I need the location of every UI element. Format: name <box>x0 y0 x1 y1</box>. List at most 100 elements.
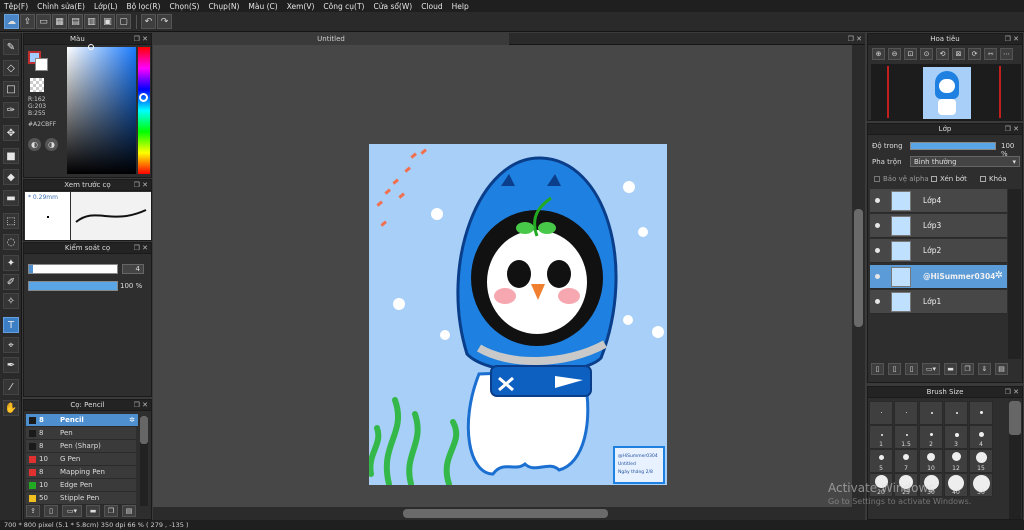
menu-file[interactable]: Tệp(F) <box>4 2 28 11</box>
sv-picker-handle[interactable] <box>88 44 94 50</box>
wand-tool-icon[interactable]: ⁄ <box>3 379 19 395</box>
fill-tool-icon[interactable]: ◆ <box>3 169 19 185</box>
eraser-tool-icon[interactable]: ◇ <box>3 60 19 76</box>
delete-icon[interactable]: ▤ <box>122 505 136 517</box>
canvas-vertical-scrollbar[interactable] <box>852 45 865 520</box>
menu-select[interactable]: Chọn(S) <box>169 2 199 11</box>
layer-opacity-slider[interactable] <box>910 142 996 150</box>
menu-filter[interactable]: Bộ lọc(R) <box>127 2 161 11</box>
panel-close-icon[interactable]: ❐ ✕ <box>134 34 148 45</box>
panel-icon[interactable]: ▣ <box>100 14 115 29</box>
menu-window[interactable]: Cửa sổ(W) <box>373 2 412 11</box>
brush-size-cell[interactable] <box>969 401 993 425</box>
new-brush-icon[interactable]: ▯ <box>44 505 58 517</box>
brush-size-cell[interactable]: 4 <box>969 425 993 449</box>
menu-edit[interactable]: Chỉnh sửa(E) <box>37 2 85 11</box>
brush-size-cell[interactable]: 3 <box>944 425 968 449</box>
brush-size-cell[interactable]: 2 <box>919 425 943 449</box>
lock-option[interactable]: Khóa <box>980 175 1007 183</box>
move-tool-icon[interactable]: ✥ <box>3 125 19 141</box>
brush-size-cell[interactable]: 5 <box>869 449 893 473</box>
zoom-in-icon[interactable]: ⊕ <box>872 48 885 60</box>
clipping-option[interactable]: Xén bớt <box>931 175 967 183</box>
brush-size-cell[interactable]: 40 <box>944 473 968 497</box>
copy-icon[interactable]: ❐ <box>104 505 118 517</box>
layer-folder-icon[interactable]: ▬ <box>944 363 957 375</box>
layer-row-lop3[interactable]: Lớp3 <box>870 214 1007 238</box>
reset-rotation-icon[interactable]: ⊠ <box>952 48 965 60</box>
actual-size-icon[interactable]: ⊙ <box>920 48 933 60</box>
menu-color[interactable]: Màu (C) <box>248 2 277 11</box>
menu-capture[interactable]: Chụp(N) <box>208 2 239 11</box>
menu-view[interactable]: Xem(V) <box>287 2 315 11</box>
brush-item-pen[interactable]: 8 Pen <box>26 427 136 440</box>
add-brush-icon[interactable]: ▭▾ <box>62 505 82 517</box>
add-layer-menu-icon[interactable]: ▭▾ <box>922 363 940 375</box>
brush-size-cell[interactable] <box>944 401 968 425</box>
color-history-icon[interactable]: ◑ <box>45 138 58 151</box>
canvas-area[interactable]: @HiSummer0304 Untitled Ngày tháng 2/8 <box>153 45 852 520</box>
magic-wand-tool-icon[interactable]: ✦ <box>3 255 19 271</box>
brush-size-slider[interactable] <box>28 264 118 274</box>
navigator-preview[interactable] <box>871 64 1021 120</box>
dot-tool-icon[interactable]: □ <box>3 81 19 97</box>
menu-cloud[interactable]: Cloud <box>421 2 442 11</box>
rectangle-tool-icon[interactable]: ■ <box>3 148 19 164</box>
eye-icon[interactable] <box>875 248 880 253</box>
brush-item-edge-pen[interactable]: 10 Edge Pen <box>26 479 136 492</box>
background-color-swatch[interactable] <box>35 58 48 71</box>
folder-icon[interactable]: ▬ <box>86 505 100 517</box>
select-tool-icon[interactable]: ⬚ <box>3 213 19 229</box>
brush-item-g-pen[interactable]: 10 G Pen <box>26 453 136 466</box>
panel-close-icon[interactable]: ❐ ✕ <box>1005 387 1019 398</box>
brush-size-cell[interactable]: 12 <box>944 449 968 473</box>
flip-icon[interactable]: ⇿ <box>984 48 997 60</box>
text-tool-icon[interactable]: T <box>3 317 19 333</box>
new-layer-icon[interactable]: ▯ <box>871 363 884 375</box>
canvas-close-icon[interactable]: ❐ ✕ <box>848 33 862 45</box>
eye-icon[interactable] <box>875 223 880 228</box>
gear-icon[interactable]: ✲ <box>995 270 1003 281</box>
hue-slider[interactable] <box>138 47 150 174</box>
eyedropper-tool-icon[interactable]: ✒ <box>3 357 19 373</box>
brush-size-scrollbar[interactable] <box>1009 401 1021 519</box>
trash-icon[interactable]: ▤ <box>995 363 1008 375</box>
layer-row-lop2[interactable]: Lớp2 <box>870 239 1007 263</box>
gradient-tool-icon[interactable]: ▬ <box>3 190 19 206</box>
grid-icon[interactable]: ▤ <box>68 14 83 29</box>
brush-size-scroll-thumb[interactable] <box>1009 401 1021 435</box>
saturation-value-picker[interactable] <box>67 47 136 174</box>
layout-icon[interactable]: ▢ <box>116 14 131 29</box>
rotate-right-icon[interactable]: ⟳ <box>968 48 981 60</box>
duplicate-layer-icon[interactable]: ❐ <box>961 363 974 375</box>
menu-help[interactable]: Help <box>452 2 469 11</box>
menu-layer[interactable]: Lớp(L) <box>94 2 118 11</box>
brush-list-scrollbar[interactable] <box>140 416 148 506</box>
brush-size-cell[interactable]: 1 <box>869 425 893 449</box>
more-icon[interactable]: ⋯ <box>1000 48 1013 60</box>
artwork-canvas[interactable]: @HiSummer0304 Untitled Ngày tháng 2/8 <box>369 144 667 485</box>
transparent-swatch[interactable] <box>30 78 44 92</box>
brush-size-cell[interactable]: 15 <box>969 449 993 473</box>
select-pen-tool-icon[interactable]: ✐ <box>3 274 19 290</box>
hue-slider-handle[interactable] <box>139 93 148 102</box>
brush-size-cell[interactable] <box>919 401 943 425</box>
upload-icon[interactable]: ⇪ <box>26 505 40 517</box>
panel-close-icon[interactable]: ❐ ✕ <box>1005 124 1019 135</box>
undo-icon[interactable]: ↶ <box>141 14 156 29</box>
redo-icon[interactable]: ↷ <box>157 14 172 29</box>
canvas-vertical-scroll-thumb[interactable] <box>854 209 863 327</box>
brush-size-cell[interactable]: 10 <box>919 449 943 473</box>
brush-item-stipple-pen[interactable]: 50 Stipple Pen <box>26 492 136 505</box>
lock-checkbox[interactable] <box>980 176 986 182</box>
layer-row-lop1[interactable]: Lớp1 <box>870 290 1007 314</box>
brush-list-scroll-thumb[interactable] <box>140 416 148 444</box>
menu-tools[interactable]: Công cụ(T) <box>323 2 364 11</box>
divide-tool-icon[interactable]: ⌖ <box>3 337 19 353</box>
eye-icon[interactable] <box>875 274 880 279</box>
share-icon[interactable]: ⇪ <box>20 14 35 29</box>
protect-alpha-checkbox[interactable] <box>874 176 880 182</box>
brush-item-pen-sharp[interactable]: 8 Pen (Sharp) <box>26 440 136 453</box>
blend-mode-select[interactable]: Bình thường ▾ <box>910 156 1020 167</box>
fit-icon[interactable]: ⊡ <box>904 48 917 60</box>
